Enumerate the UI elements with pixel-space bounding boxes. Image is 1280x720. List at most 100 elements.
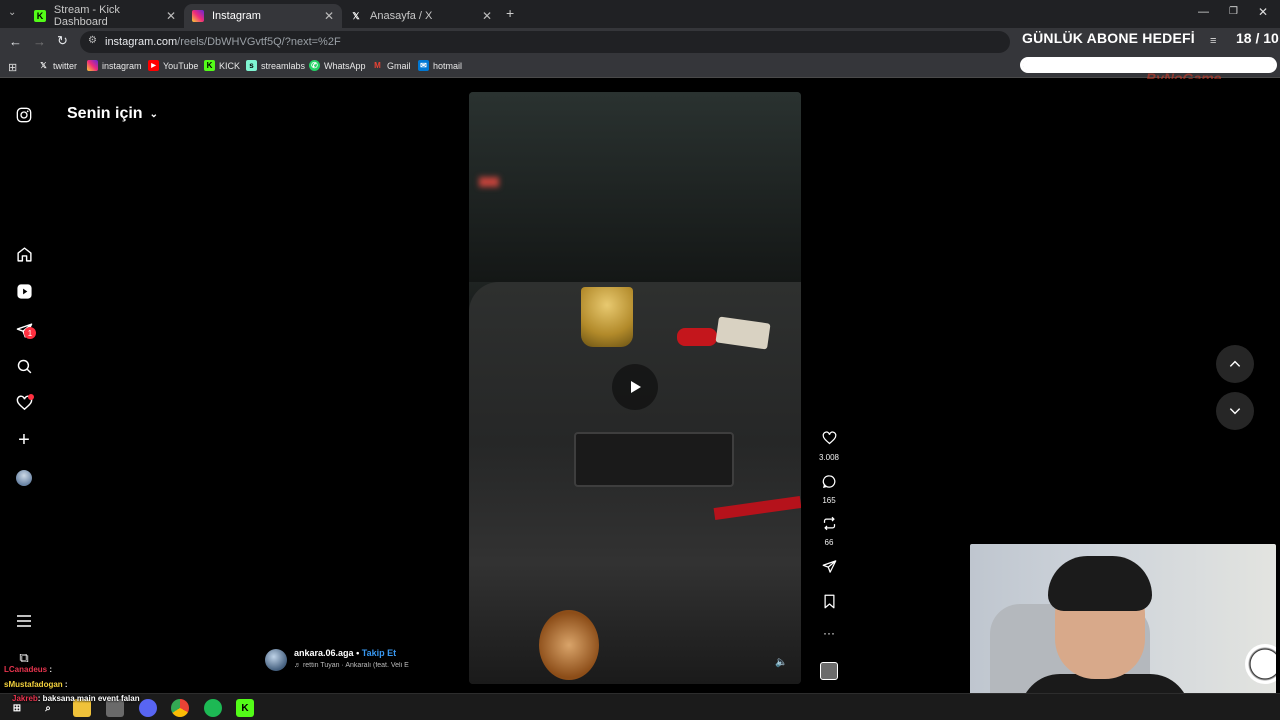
windows-taskbar: ⊞ ⌕ K [0, 693, 1280, 720]
bookmark-twitter[interactable]: 𝕏twitter [38, 60, 77, 71]
bookmark-youtube[interactable]: ▶ YouTube [148, 60, 198, 71]
address-bar[interactable]: ⚙ instagram.com/reels/DbWHVGvtf5Q/?next=… [80, 31, 1010, 53]
webcam-football [1245, 644, 1276, 684]
messages-icon[interactable]: 1 [14, 320, 36, 340]
new-tab-button[interactable]: + [506, 5, 514, 21]
feed-title: Senin için [67, 105, 143, 122]
back-arrow-icon[interactable]: ← [9, 34, 22, 49]
webcam-overlay [970, 544, 1276, 716]
x-icon: 𝕏 [40, 61, 47, 70]
chat-username: LCanadeus [4, 665, 48, 674]
comment-count: 165 [822, 496, 836, 505]
feed-selector[interactable]: Senin için ⌄ [67, 105, 158, 123]
play-button[interactable] [612, 364, 658, 410]
author-username[interactable]: ankara.06.aga [294, 648, 354, 658]
close-icon[interactable]: ✕ [166, 9, 176, 23]
goal-progress-fill [1023, 60, 1274, 70]
site-info-icon[interactable]: ⚙ [88, 35, 97, 46]
tab-instagram[interactable]: Instagram ✕ [184, 4, 342, 28]
play-icon [631, 381, 641, 393]
instagram-icon [87, 60, 98, 71]
minimize-button[interactable]: — [1198, 6, 1209, 18]
chat-message: sMustafadogan : [4, 680, 68, 689]
video-light-blob [479, 177, 499, 187]
bookmark-whatsapp[interactable]: ✆ WhatsApp [309, 60, 366, 71]
previous-reel-button[interactable] [1216, 345, 1254, 383]
chat-text: : baksana main event falan [37, 694, 140, 703]
home-icon[interactable] [14, 244, 34, 264]
close-icon[interactable]: ✕ [324, 9, 334, 23]
search-icon[interactable] [14, 356, 34, 376]
more-options-icon[interactable]: ··· [814, 626, 844, 640]
author-avatar[interactable] [265, 649, 287, 671]
gmail-icon: M [374, 61, 381, 70]
bookmark-hotmail[interactable]: ✉ hotmail [418, 60, 462, 71]
browser-tab-bar: ⌄ K Stream - Kick Dashboard ✕ Instagram … [0, 0, 1280, 28]
youtube-icon: ▶ [148, 60, 159, 71]
video-gear-knob [539, 610, 599, 680]
audio-title: rettin Tuyan · Ankaralı (feat. Veli E [302, 662, 409, 669]
tab-kick-dashboard[interactable]: K Stream - Kick Dashboard ✕ [26, 4, 184, 28]
create-plus-icon[interactable]: + [14, 429, 34, 451]
reels-icon[interactable] [14, 281, 34, 301]
music-note-icon: ♬ [294, 662, 303, 669]
kick-icon[interactable]: K [236, 699, 254, 717]
chat-username: Jakreb [12, 694, 38, 703]
share-action[interactable] [814, 559, 844, 579]
bookmark-icon [824, 594, 834, 609]
forward-arrow-icon[interactable]: → [33, 34, 46, 49]
window-close-button[interactable]: ✕ [1258, 5, 1268, 19]
instagram-icon [192, 10, 204, 22]
webcam-hair [1048, 556, 1152, 611]
tab-x[interactable]: 𝕏 Anasayfa / X ✕ [342, 4, 500, 28]
video-car-radio [574, 432, 734, 487]
repost-icon [823, 516, 835, 531]
share-paper-plane-icon [822, 560, 836, 573]
audio-thumbnail[interactable] [814, 662, 844, 685]
video-night-street [469, 92, 801, 282]
spotify-icon[interactable] [204, 699, 222, 717]
like-count: 3.008 [818, 453, 840, 462]
profile-avatar[interactable] [14, 468, 34, 488]
restore-button[interactable]: ❐ [1229, 6, 1238, 17]
chat-message: Jakreb: baksana main event falan [12, 694, 140, 703]
whatsapp-icon: ✆ [309, 60, 320, 71]
bookmark-streamlabs[interactable]: s streamlabs [246, 60, 305, 71]
reload-icon[interactable]: ↻ [57, 33, 68, 49]
bookmark-instagram[interactable]: instagram [87, 60, 142, 71]
chat-username: sMustafadogan [4, 680, 63, 689]
like-action[interactable]: 3.008 [814, 431, 844, 462]
chat-text: : [49, 665, 53, 674]
audio-row[interactable]: ♬ rettin Tuyan · Ankaralı (feat. Veli E [294, 662, 429, 669]
chevron-up-icon [1229, 360, 1241, 367]
close-icon[interactable]: ✕ [482, 9, 492, 23]
kick-icon: K [204, 60, 215, 71]
chrome-icon[interactable] [171, 699, 189, 717]
more-menu-icon[interactable] [14, 611, 34, 631]
repost-action[interactable]: 66 [814, 516, 844, 547]
messages-badge: 1 [24, 327, 36, 339]
url-host: instagram.com [105, 36, 178, 48]
chat-message: LCanadeus : [4, 665, 52, 674]
tab-search-chevron-icon[interactable]: ⌄ [8, 7, 16, 18]
bookmark-gmail[interactable]: M Gmail [372, 60, 410, 71]
tab-search-icon[interactable]: ≡ [1210, 35, 1216, 47]
bookmark-kick[interactable]: K KICK [204, 60, 240, 71]
author-row: ankara.06.aga • Takip Et [294, 648, 396, 658]
notifications-heart-icon[interactable] [14, 393, 34, 413]
goal-title: GÜNLÜK ABONE HEDEFİ [1022, 30, 1195, 46]
next-reel-button[interactable] [1216, 392, 1254, 430]
x-icon: 𝕏 [352, 10, 360, 21]
url-path: /reels/DbWHVGvtf5Q/?next=%2F [177, 36, 341, 48]
comment-icon [822, 475, 835, 488]
comment-action[interactable]: 165 [814, 474, 844, 505]
mute-toggle-icon[interactable]: 🔈 [775, 657, 787, 668]
instagram-logo-icon[interactable] [14, 105, 34, 125]
heart-icon [822, 431, 836, 445]
streamlabs-icon: s [246, 60, 257, 71]
follow-button[interactable]: Takip Et [362, 648, 396, 658]
discord-icon[interactable] [139, 699, 157, 717]
video-tea-glass [581, 287, 633, 347]
apps-grid-icon[interactable]: ⊞ [8, 61, 17, 74]
save-action[interactable] [814, 594, 844, 614]
